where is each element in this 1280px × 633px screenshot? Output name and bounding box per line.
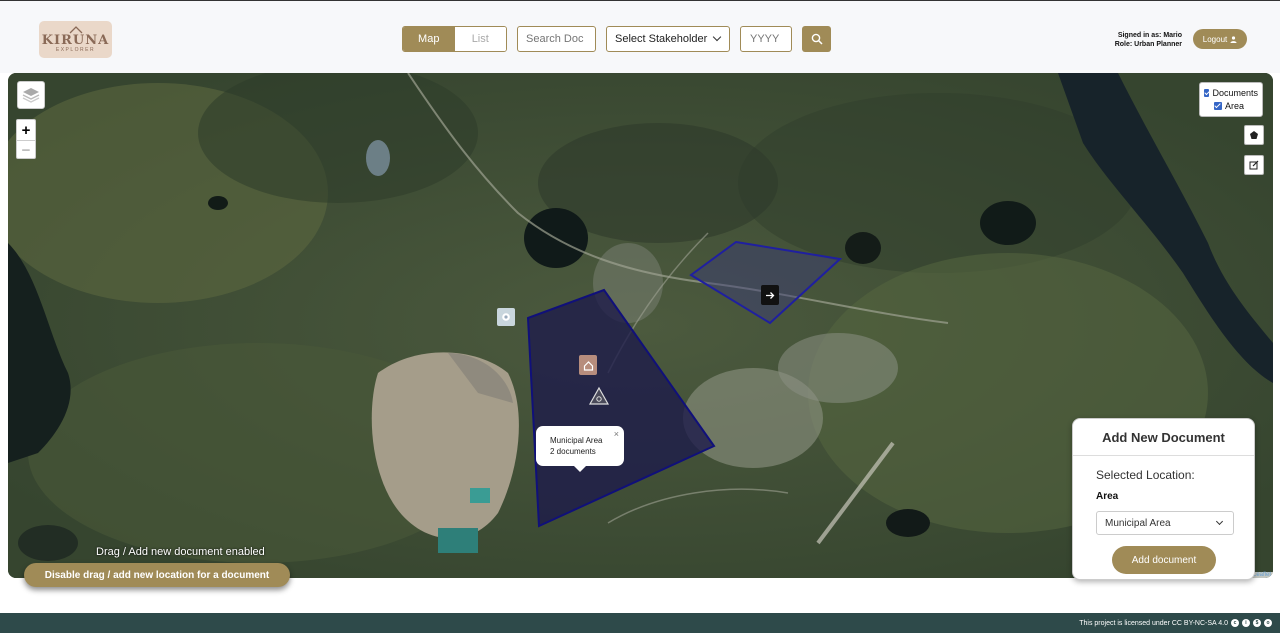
add-document-panel: Add New Document Selected Location: Area… — [1072, 418, 1255, 580]
documents-checkbox[interactable] — [1204, 88, 1210, 97]
chevron-down-icon — [712, 32, 722, 42]
polygon-draw-icon — [1250, 131, 1258, 139]
documents-toggle[interactable]: Documents — [1204, 86, 1258, 99]
document-marker-icon[interactable] — [497, 308, 515, 326]
edit-layers-button[interactable] — [1244, 155, 1264, 175]
add-document-button[interactable]: Add document — [1112, 546, 1216, 574]
user-icon — [1230, 35, 1237, 43]
logo-roof-icon — [69, 26, 83, 34]
by-icon: i — [1242, 619, 1250, 627]
header: KIRUNA EXPLORER Map List Select Stakehol… — [0, 0, 1280, 73]
zoom-in-button[interactable]: + — [17, 120, 35, 140]
zoom-control: + − — [16, 119, 36, 159]
logo-title: KIRUNA — [41, 33, 110, 48]
stakeholder-select-value: Select Stakeholder — [615, 33, 708, 45]
signed-in-text: Signed in as: Mario — [1117, 32, 1182, 39]
logo-subtitle: EXPLORER — [55, 47, 96, 53]
user-info: Signed in as: Mario Role: Urban Planner — [1100, 31, 1182, 49]
search-button[interactable] — [802, 26, 831, 52]
list-view-button[interactable]: List — [454, 27, 506, 51]
search-doc-input[interactable] — [517, 26, 596, 52]
footer: This project is licensed under CC BY-NC-… — [0, 613, 1280, 633]
cc-icon: c — [1231, 619, 1239, 627]
logout-button[interactable]: Logout — [1193, 29, 1247, 49]
search-icon — [811, 33, 823, 45]
area-select-value: Municipal Area — [1105, 517, 1171, 529]
area-select[interactable]: Municipal Area — [1096, 511, 1234, 535]
popup-close-button[interactable]: × — [614, 429, 619, 440]
view-toggle: Map List — [402, 26, 507, 52]
house-marker-icon[interactable] — [579, 355, 597, 375]
area-checkbox[interactable] — [1214, 101, 1222, 110]
area-label: Area — [1225, 100, 1245, 111]
triangle-marker-icon[interactable] — [588, 386, 610, 406]
logout-label: Logout — [1202, 34, 1228, 44]
nc-icon: $ — [1253, 619, 1261, 627]
documents-label: Documents — [1212, 87, 1258, 98]
app-logo[interactable]: KIRUNA EXPLORER — [39, 21, 112, 58]
license-info: This project is licensed under CC BY-NC-… — [1079, 619, 1272, 627]
area-popup: × Municipal Area 2 documents — [536, 426, 624, 472]
role-text: Role: Urban Planner — [1114, 41, 1182, 48]
layers-icon — [22, 88, 40, 103]
arrow-marker-icon[interactable] — [761, 285, 779, 305]
year-input[interactable] — [740, 26, 792, 52]
selected-location-label: Selected Location: — [1096, 468, 1195, 482]
edit-icon — [1249, 160, 1259, 170]
popup-doc-count: 2 documents — [550, 447, 596, 456]
stakeholder-select[interactable]: Select Stakeholder — [606, 26, 730, 52]
sa-icon: o — [1264, 619, 1272, 627]
layer-legend: Documents Area — [1199, 82, 1263, 117]
zoom-out-button[interactable]: − — [17, 140, 35, 160]
chevron-down-icon — [1215, 517, 1224, 526]
license-text[interactable]: This project is licensed under CC BY-NC-… — [1079, 620, 1228, 627]
draw-polygon-button[interactable] — [1244, 125, 1264, 145]
panel-title: Add New Document — [1073, 419, 1254, 456]
layers-button[interactable] — [17, 81, 45, 109]
disable-drag-button[interactable]: Disable drag / add new location for a do… — [24, 563, 290, 587]
map-view-button[interactable]: Map — [403, 27, 455, 51]
area-toggle[interactable]: Area — [1204, 99, 1258, 112]
drag-status-text: Drag / Add new document enabled — [96, 546, 265, 558]
area-field-label: Area — [1096, 491, 1119, 502]
